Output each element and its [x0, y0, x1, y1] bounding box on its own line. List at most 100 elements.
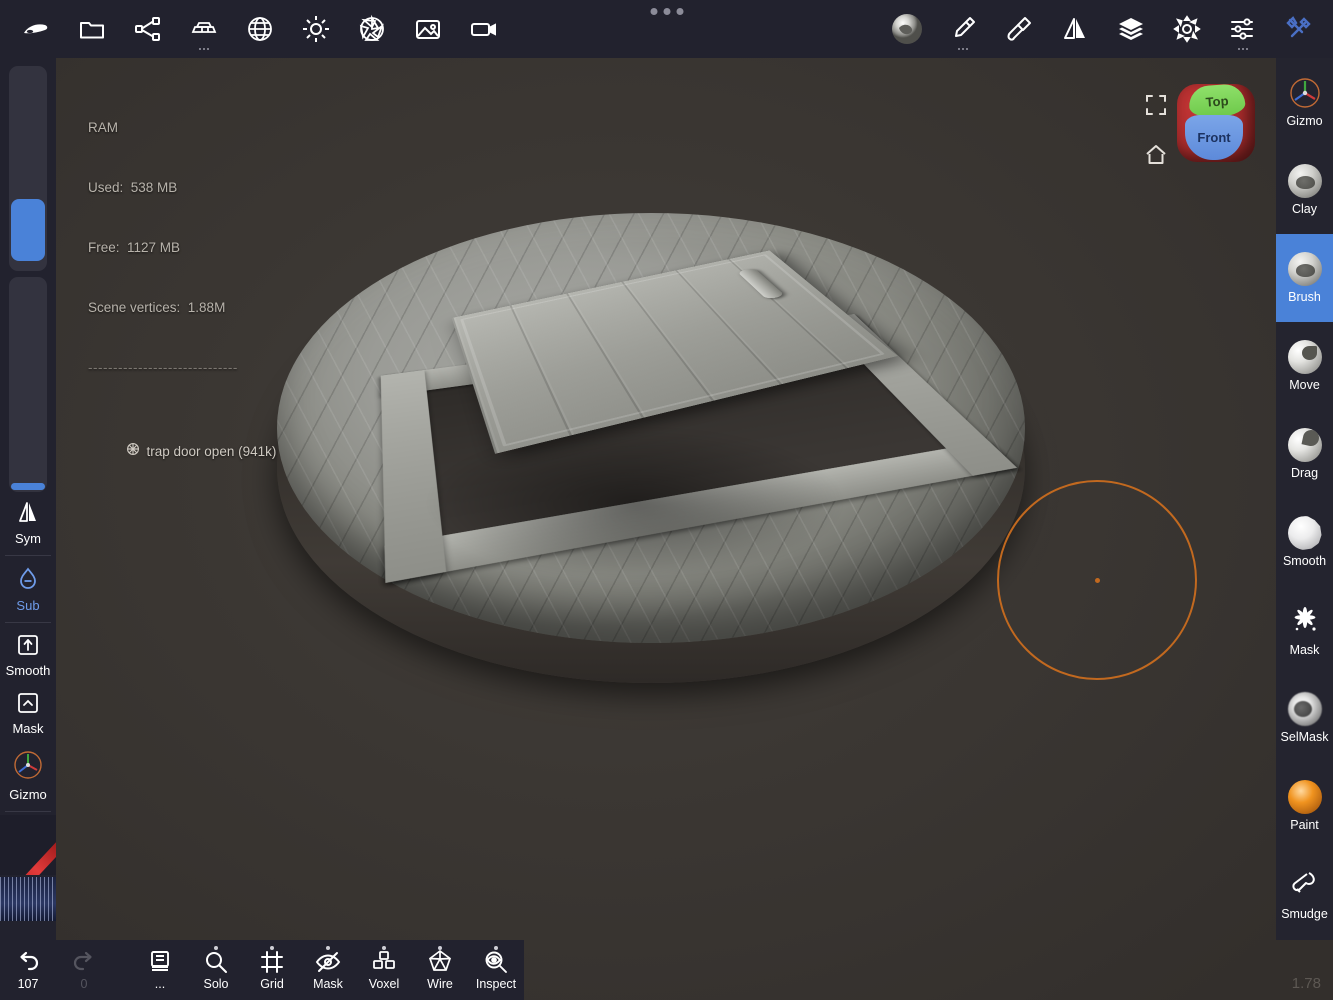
top-toolbar-left-group — [0, 1, 512, 57]
scene-stats-overlay: RAM Used: 538 MB Free: 1127 MB Scene ver… — [88, 78, 276, 522]
tool-brush[interactable]: Brush — [1276, 234, 1333, 322]
brush-cursor — [997, 480, 1197, 680]
undo-button[interactable]: 107 — [0, 940, 56, 1000]
solo-indicator-dot — [214, 946, 218, 950]
sidebar-item-sub[interactable]: Sub — [0, 559, 56, 619]
strength-slider[interactable] — [9, 277, 47, 492]
active-object-name: trap door open (941k) — [146, 444, 277, 459]
sculpted-miniature-base — [275, 198, 1035, 738]
active-object-row: trap door open (941k) — [88, 422, 276, 482]
toggle-wire[interactable]: Wire — [412, 940, 468, 1000]
sidebar-item-mask[interactable]: Mask — [0, 684, 56, 742]
sidebar-item-sym-label: Sym — [15, 531, 41, 546]
app-logo-icon[interactable] — [8, 1, 64, 57]
tool-drag-label: Drag — [1290, 466, 1319, 480]
sidebar-item-smooth[interactable]: Smooth — [0, 626, 56, 684]
ram-label: RAM — [88, 120, 118, 135]
tool-paint-label: Paint — [1290, 818, 1319, 832]
mesh-icon — [88, 422, 140, 482]
brush-more-dots — [958, 48, 968, 50]
ram-free: Free: 1127 MB — [88, 240, 181, 255]
stamp-icon[interactable] — [991, 1, 1047, 57]
tool-mask[interactable]: Mask — [1276, 586, 1333, 674]
radius-slider-handle[interactable] — [11, 199, 45, 261]
paint-ball-icon — [1287, 780, 1322, 814]
material-sphere-icon[interactable] — [879, 1, 935, 57]
toggle-inspect-label: Inspect — [475, 977, 517, 991]
brush-ball-icon — [1287, 252, 1322, 286]
brush-cursor-center-dot — [1094, 577, 1100, 583]
tool-gizmo-label: Gizmo — [1286, 114, 1323, 128]
tool-mask-label: Mask — [1289, 642, 1320, 657]
sliders-icon[interactable] — [1215, 1, 1271, 57]
tool-selmask[interactable]: SelMask — [1276, 674, 1333, 762]
move-ball-icon — [1287, 340, 1322, 374]
sidebar-item-sym[interactable]: Sym — [0, 492, 56, 552]
trapdoor-shadow — [425, 428, 845, 578]
redo-button[interactable]: 0 — [56, 940, 112, 1000]
toggle-voxel[interactable]: Voxel — [356, 940, 412, 1000]
toggle-grid[interactable]: Grid — [244, 940, 300, 1000]
tool-clay[interactable]: Clay — [1276, 146, 1333, 234]
sidebar-item-gizmo-label: Gizmo — [9, 787, 47, 802]
image-icon[interactable] — [400, 1, 456, 57]
wire-indicator-dot — [438, 946, 442, 950]
toggle-inspect[interactable]: Inspect — [468, 940, 524, 1000]
mask-indicator-dot — [326, 946, 330, 950]
tool-smooth[interactable]: Smooth — [1276, 498, 1333, 586]
tool-drag[interactable]: Drag — [1276, 410, 1333, 498]
viewport-3d[interactable]: RAM Used: 538 MB Free: 1127 MB Scene ver… — [0, 58, 1333, 1000]
sidebar-item-mask-label: Mask — [12, 721, 44, 736]
aspect-ratio-label: 1.78 — [1291, 975, 1321, 992]
navigation-cube[interactable]: Top Front — [1177, 83, 1255, 162]
smudge-icon — [1289, 868, 1321, 903]
tool-gizmo[interactable]: Gizmo — [1276, 58, 1333, 146]
brush-pen-icon[interactable] — [935, 1, 991, 57]
sidebar-item-gizmo[interactable]: Gizmo — [0, 742, 56, 808]
left-sidebar-divider-1 — [5, 555, 51, 556]
sidebar-item-sub-label: Sub — [16, 598, 40, 613]
gizmo-axis-icon — [1288, 76, 1322, 110]
tool-brush-label: Brush — [1288, 290, 1321, 304]
toggle-voxel-label: Voxel — [368, 977, 400, 991]
home-icon[interactable] — [1139, 138, 1173, 172]
fullscreen-icon[interactable] — [1139, 88, 1173, 122]
top-toolbar-right-group — [879, 1, 1333, 57]
redo-count: 0 — [80, 977, 88, 991]
toggle-mask[interactable]: Mask — [300, 940, 356, 1000]
stack-blocks-icon[interactable] — [176, 1, 232, 57]
gear-icon[interactable] — [1159, 1, 1215, 57]
tool-clay-label: Clay — [1291, 202, 1317, 216]
tools-wrench-icon[interactable] — [1271, 1, 1327, 57]
sliders-more-dots — [1238, 48, 1248, 50]
drag-ball-icon — [1287, 428, 1322, 462]
scene-vertices: Scene vertices: 1.88M — [88, 300, 226, 315]
aperture-icon[interactable] — [344, 1, 400, 57]
grid-indicator-dot — [270, 946, 274, 950]
smooth-ball-icon — [1287, 516, 1322, 550]
tool-move-label: Move — [1289, 378, 1320, 392]
left-sidebar: Sym Sub Smooth Mask Gizmo — [0, 58, 56, 940]
tool-smudge-label: Smudge — [1281, 906, 1328, 921]
left-sidebar-divider-3 — [5, 811, 51, 812]
globe-grid-icon[interactable] — [232, 1, 288, 57]
three-dots-icon[interactable] — [650, 8, 683, 15]
video-camera-icon[interactable] — [456, 1, 512, 57]
radius-slider[interactable] — [9, 66, 47, 271]
tool-smooth-label: Smooth — [1282, 554, 1327, 568]
share-nodes-icon[interactable] — [120, 1, 176, 57]
folder-icon[interactable] — [64, 1, 120, 57]
stroke-preview-red[interactable] — [0, 815, 56, 875]
alpha-texture-preview[interactable] — [0, 877, 56, 921]
sun-icon[interactable] — [288, 1, 344, 57]
sidebar-item-smooth-label: Smooth — [5, 663, 51, 678]
strength-slider-handle[interactable] — [11, 483, 45, 490]
tool-move[interactable]: Move — [1276, 322, 1333, 410]
tool-smudge[interactable]: Smudge — [1276, 850, 1333, 938]
tool-paint[interactable]: Paint — [1276, 762, 1333, 850]
toggle-solo[interactable]: Solo — [188, 940, 244, 1000]
list-button[interactable]: ... — [132, 940, 188, 1000]
mirror-symmetry-icon[interactable] — [1047, 1, 1103, 57]
layers-icon[interactable] — [1103, 1, 1159, 57]
toggle-mask-label: Mask — [313, 977, 343, 991]
